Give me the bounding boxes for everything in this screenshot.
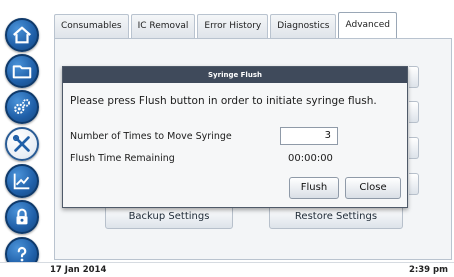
tools-icon bbox=[12, 134, 30, 152]
tab-diagnostics[interactable]: Diagnostics bbox=[270, 14, 337, 38]
chart-button[interactable] bbox=[5, 164, 39, 198]
status-time: 2:39 pm bbox=[408, 265, 448, 275]
status-bar: 17 Jan 2014 2:39 pm bbox=[0, 262, 454, 277]
home-icon bbox=[13, 26, 31, 44]
remaining-value: 00:00:00 bbox=[288, 153, 333, 164]
tools-button[interactable] bbox=[5, 127, 39, 161]
tab-bar: Consumables IC Removal Error History Dia… bbox=[54, 12, 399, 38]
lock-button[interactable] bbox=[5, 200, 39, 234]
hidden-button-stub[interactable] bbox=[409, 66, 419, 88]
status-date: 17 Jan 2014 bbox=[50, 265, 107, 275]
times-input[interactable]: 3 bbox=[280, 127, 338, 145]
restore-settings-button[interactable]: Restore Settings bbox=[269, 205, 403, 229]
tab-ic-removal[interactable]: IC Removal bbox=[130, 14, 196, 38]
backup-settings-button[interactable]: Backup Settings bbox=[105, 205, 233, 229]
settings-button[interactable] bbox=[5, 90, 39, 124]
tab-advanced[interactable]: Advanced bbox=[338, 12, 397, 38]
flush-button[interactable]: Flush bbox=[289, 177, 339, 199]
times-label: Number of Times to Move Syringe bbox=[70, 131, 232, 142]
close-button[interactable]: Close bbox=[345, 177, 401, 199]
hidden-button-stub[interactable] bbox=[409, 173, 419, 195]
chart-icon bbox=[13, 173, 30, 190]
tab-consumables[interactable]: Consumables bbox=[54, 14, 129, 38]
home-button[interactable] bbox=[5, 18, 39, 52]
syringe-flush-dialog: Syringe Flush Please press Flush button … bbox=[62, 66, 408, 208]
tab-error-history[interactable]: Error History bbox=[197, 14, 269, 38]
hidden-button-stub[interactable] bbox=[409, 137, 419, 159]
folder-button[interactable] bbox=[5, 54, 39, 88]
hidden-button-stub[interactable] bbox=[409, 101, 419, 123]
remaining-label: Flush Time Remaining bbox=[70, 153, 175, 164]
dialog-message: Please press Flush button in order to in… bbox=[70, 95, 377, 107]
gears-icon bbox=[14, 99, 30, 114]
folder-icon bbox=[12, 65, 32, 79]
nav-rail bbox=[0, 0, 48, 271]
lock-icon bbox=[16, 208, 28, 225]
dialog-title: Syringe Flush bbox=[63, 67, 407, 83]
